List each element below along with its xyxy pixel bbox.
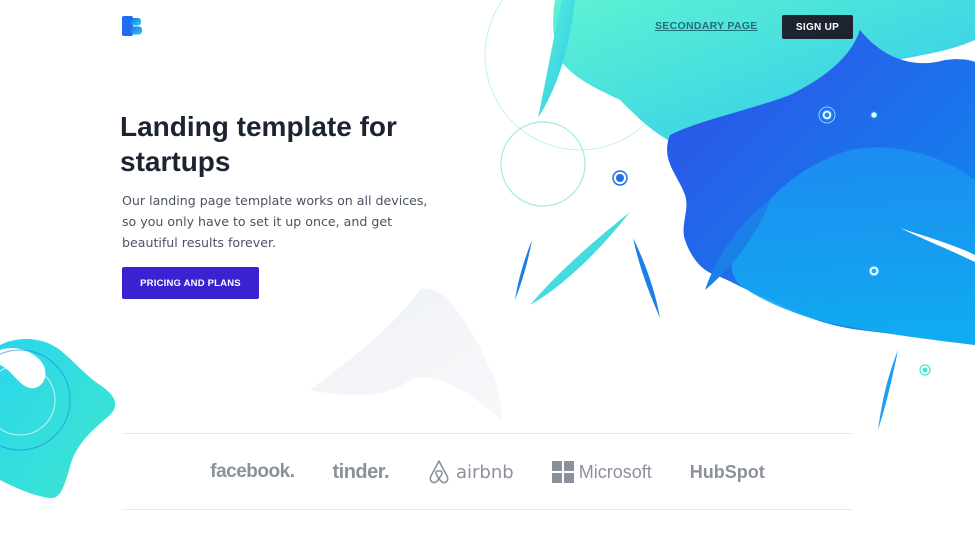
microsoft-logo-text: Microsoft (578, 461, 652, 482)
client-logos: facebook. tinder. airbnb Microsoft HubSp… (122, 452, 853, 492)
facebook-logo: facebook. (210, 461, 295, 483)
nav-secondary-page-link[interactable]: SECONDARY PAGE (655, 20, 758, 32)
hubspot-logo: HubSpot (690, 462, 765, 483)
facebook-logo-text: facebook. (210, 461, 295, 482)
airbnb-logo-text: airbnb (456, 461, 514, 483)
signup-button[interactable]: SIGN UP (782, 15, 853, 39)
tinder-logo-text: tinder. (332, 460, 389, 483)
microsoft-logo: Microsoft (551, 461, 652, 483)
landing-page: SECONDARY PAGE SIGN UP Landing template … (0, 0, 975, 556)
hero-title: Landing template for startups (120, 111, 397, 177)
hero-description: Our landing page template works on all d… (122, 193, 428, 250)
clients-divider-top (122, 433, 853, 434)
airbnb-icon (429, 460, 449, 484)
microsoft-icon (551, 461, 574, 483)
tinder-logo: tinder. (332, 461, 389, 484)
pricing-and-plans-button[interactable]: PRICING AND PLANS (122, 267, 259, 299)
hubspot-logo-text: HubSpot (689, 461, 765, 482)
brand-logo-icon[interactable] (122, 16, 142, 36)
airbnb-logo: airbnb (427, 459, 514, 485)
clients-divider-bottom (122, 509, 853, 510)
